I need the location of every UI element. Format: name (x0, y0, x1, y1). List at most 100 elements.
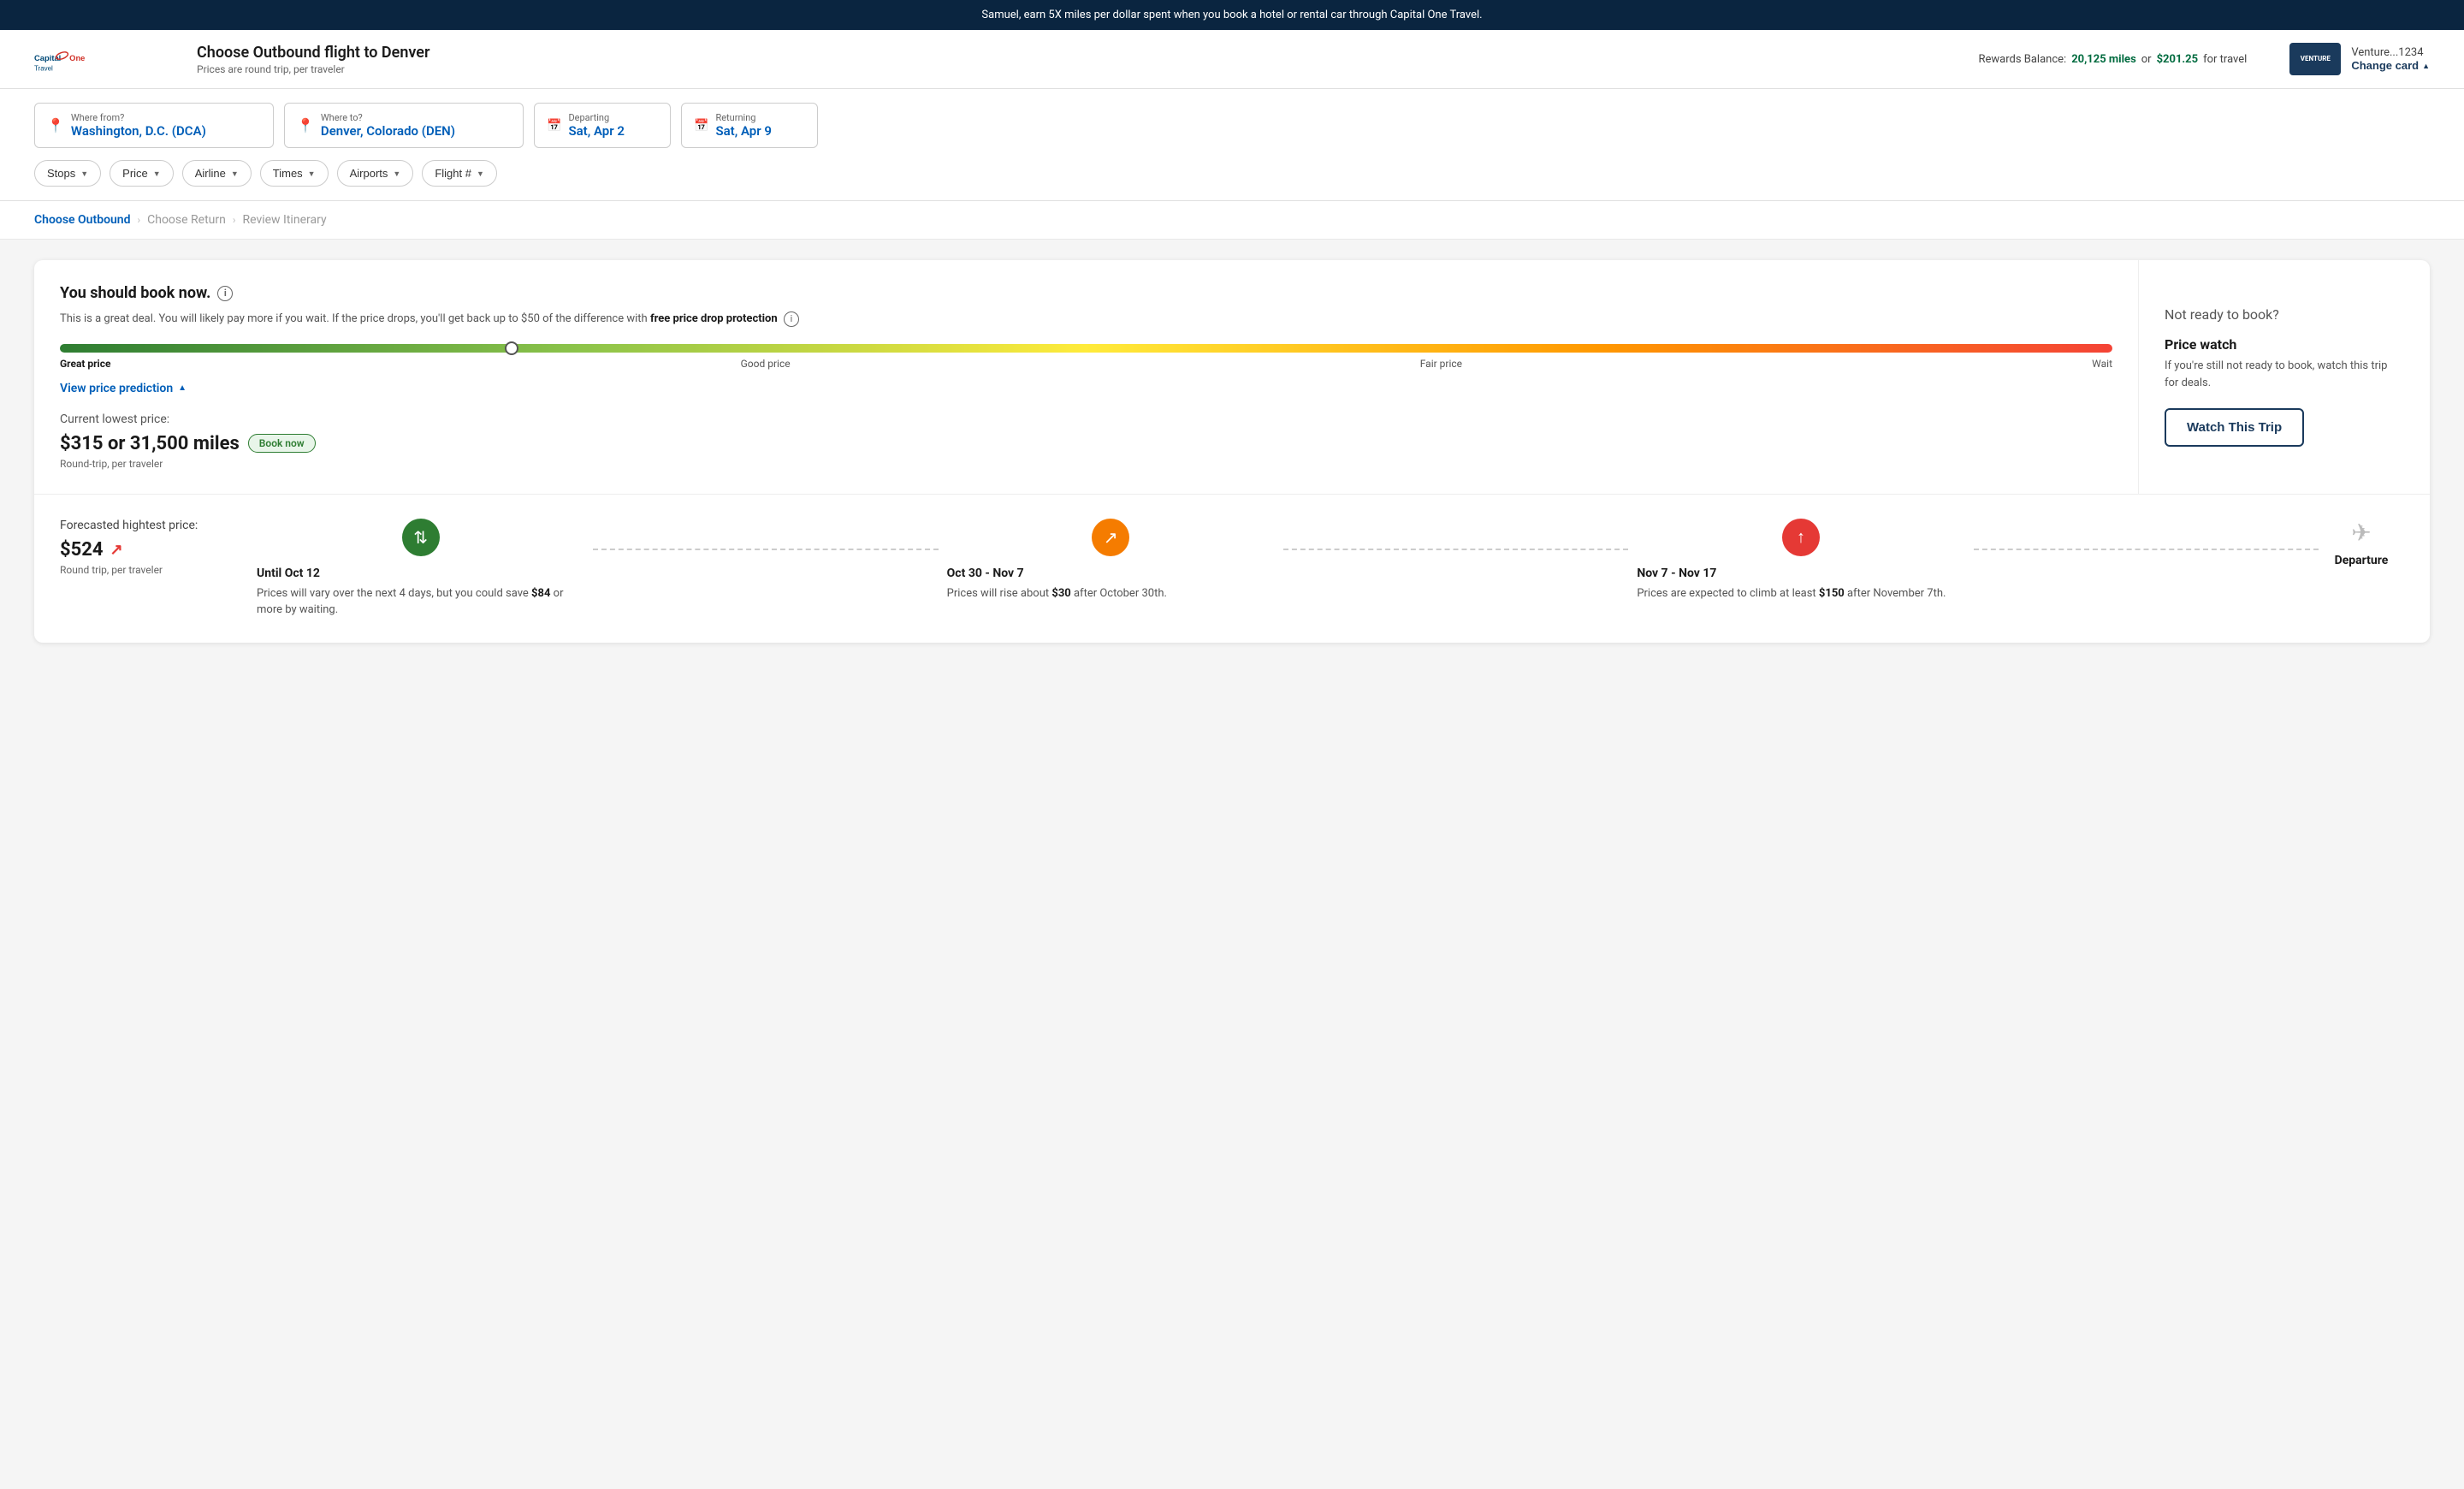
filter-stops[interactable]: Stops (34, 160, 101, 187)
book-now-tag[interactable]: Book now (248, 434, 316, 453)
departure-end: ✈ Departure (2319, 519, 2404, 567)
price-bar (60, 344, 2112, 353)
filter-airline[interactable]: Airline (182, 160, 252, 187)
timeline-desc-post-3: after November 7th. (1845, 587, 1946, 600)
forecasted-sub: Round trip, per traveler (60, 564, 231, 576)
timeline-desc-2: Prices will rise about $30 after October… (947, 585, 1275, 602)
timeline-item-1: ⇅ Until Oct 12 Prices will vary over the… (248, 519, 593, 619)
price-bar-indicator (505, 341, 518, 355)
price-bar-container: Great price Good price Fair price Wait (60, 344, 2112, 370)
search-row: 📍 Where from? Washington, D.C. (DCA) 📍 W… (34, 103, 2430, 148)
timeline-icon-wrap-3: ↑ (1782, 519, 1820, 556)
card-image-inner: VENTURE (2301, 55, 2331, 63)
location-from-icon: 📍 (47, 117, 64, 133)
timeline: ⇅ Until Oct 12 Prices will vary over the… (248, 519, 2404, 619)
filter-airports[interactable]: Airports (337, 160, 414, 187)
from-field-content: Where from? Washington, D.C. (DCA) (71, 112, 206, 139)
departing-value: Sat, Apr 2 (568, 123, 624, 139)
timeline-icon-wrap-1: ⇅ (402, 519, 440, 556)
from-value: Washington, D.C. (DCA) (71, 123, 206, 139)
returning-content: Returning Sat, Apr 9 (715, 112, 771, 139)
change-card-button[interactable]: Change card (2351, 59, 2430, 72)
filter-flight-number[interactable]: Flight # (422, 160, 497, 187)
returning-field[interactable]: 📅 Returning Sat, Apr 9 (681, 103, 818, 148)
header-title-area: Choose Outbound flight to Denver Prices … (197, 44, 1952, 75)
card-info: Venture...1234 Change card (2351, 46, 2430, 72)
rewards-or: or (2141, 53, 2152, 66)
forecasted-price: $524 ↗ (60, 539, 231, 561)
price-card-left: You should book now. i This is a great d… (34, 260, 2139, 494)
label-good: Good price (741, 358, 791, 370)
timeline-icon-wrap-2: ↗ (1092, 519, 1129, 556)
search-bar: 📍 Where from? Washington, D.C. (DCA) 📍 W… (0, 89, 2464, 201)
price-watch-title: Price watch (2165, 336, 2404, 353)
breadcrumb-review[interactable]: Review Itinerary (242, 213, 326, 227)
breadcrumb-outbound[interactable]: Choose Outbound (34, 213, 131, 227)
departing-field[interactable]: 📅 Departing Sat, Apr 2 (534, 103, 671, 148)
timeline-desc-1: Prices will vary over the next 4 days, b… (257, 585, 584, 619)
rewards-miles: 20,125 miles (2071, 53, 2136, 66)
rewards-label-post: for travel (2203, 53, 2247, 66)
dashed-line-1 (593, 549, 938, 550)
current-price-sub: Round-trip, per traveler (60, 458, 2112, 470)
timeline-icon-2: ↗ (1092, 519, 1129, 556)
forecasted-label: Forecasted hightest price: (60, 519, 231, 532)
book-now-title-text: You should book now. (60, 284, 210, 302)
departing-cal-icon: 📅 (547, 119, 561, 133)
departure-label: Departure (2335, 554, 2389, 567)
current-price-section: Current lowest price: $315 or 31,500 mil… (60, 412, 2112, 470)
label-fair: Fair price (1420, 358, 1462, 370)
timeline-desc-pre-1: Prices will vary over the next 4 days, b… (257, 587, 531, 600)
to-field[interactable]: 📍 Where to? Denver, Colorado (DEN) (284, 103, 524, 148)
forecasted-price-value: $524 (60, 539, 104, 561)
price-card-top: You should book now. i This is a great d… (34, 260, 2430, 494)
rewards-dollars: $201.25 (2157, 53, 2199, 66)
dashed-line-3 (1974, 549, 2319, 550)
to-value: Denver, Colorado (DEN) (321, 123, 455, 139)
departing-label: Departing (568, 112, 624, 123)
label-wait: Wait (2092, 358, 2112, 370)
current-price-label: Current lowest price: (60, 412, 2112, 426)
card-name: Venture...1234 (2351, 46, 2430, 59)
returning-cal-icon: 📅 (694, 119, 708, 133)
filter-times[interactable]: Times (260, 160, 329, 187)
timeline-content-3: Nov 7 - Nov 17 Prices are expected to cl… (1628, 567, 1973, 602)
protection-info-icon[interactable]: i (784, 311, 799, 327)
rewards-area: Rewards Balance: 20,125 miles or $201.25… (1978, 53, 2247, 66)
breadcrumb: Choose Outbound › Choose Return › Review… (0, 201, 2464, 240)
timeline-content-2: Oct 30 - Nov 7 Prices will rise about $3… (939, 567, 1283, 602)
not-ready-title: Not ready to book? (2165, 306, 2404, 323)
book-now-desc: This is a great deal. You will likely pa… (60, 311, 2112, 329)
filter-price[interactable]: Price (110, 160, 174, 187)
timeline-desc-pre-3: Prices are expected to climb at least (1637, 587, 1819, 600)
from-field[interactable]: 📍 Where from? Washington, D.C. (DCA) (34, 103, 274, 148)
timeline-highlight-2: $30 (1051, 587, 1070, 600)
header-title: Choose Outbound flight to Denver (197, 44, 1952, 62)
header-subtitle: Prices are round trip, per traveler (197, 63, 1952, 75)
timeline-desc-pre-2: Prices will rise about (947, 587, 1052, 600)
timeline-highlight-3: $150 (1819, 587, 1845, 600)
timeline-date-2: Oct 30 - Nov 7 (947, 567, 1275, 580)
price-up-arrow-icon: ↗ (110, 541, 123, 559)
book-now-info-icon[interactable]: i (217, 286, 233, 301)
breadcrumb-return[interactable]: Choose Return (147, 213, 226, 227)
current-price-amount: $315 or 31,500 miles Book now (60, 433, 2112, 454)
card-image: VENTURE (2289, 43, 2341, 75)
main-content: You should book now. i This is a great d… (0, 240, 2464, 663)
breadcrumb-sep2: › (233, 214, 236, 226)
forecasted-section: Forecasted hightest price: $524 ↗ Round … (34, 494, 2430, 643)
watch-trip-button[interactable]: Watch This Trip (2165, 408, 2304, 447)
timeline-date-1: Until Oct 12 (257, 567, 584, 580)
timeline-item-3: ↑ Nov 7 - Nov 17 Prices are expected to … (1628, 519, 1973, 602)
timeline-icon-3: ↑ (1782, 519, 1820, 556)
top-banner: Samuel, earn 5X miles per dollar spent w… (0, 0, 2464, 30)
dashed-line-2 (1283, 549, 1628, 550)
to-field-content: Where to? Denver, Colorado (DEN) (321, 112, 455, 139)
breadcrumb-sep1: › (138, 214, 141, 226)
view-price-prediction[interactable]: View price prediction (60, 382, 2112, 395)
rewards-label-pre: Rewards Balance: (1978, 53, 2066, 66)
logo-area: Capital One Travel (34, 42, 171, 76)
filter-row: Stops Price Airline Times Airports Fligh… (34, 160, 2430, 187)
to-label: Where to? (321, 112, 455, 123)
svg-text:Travel: Travel (34, 64, 53, 72)
